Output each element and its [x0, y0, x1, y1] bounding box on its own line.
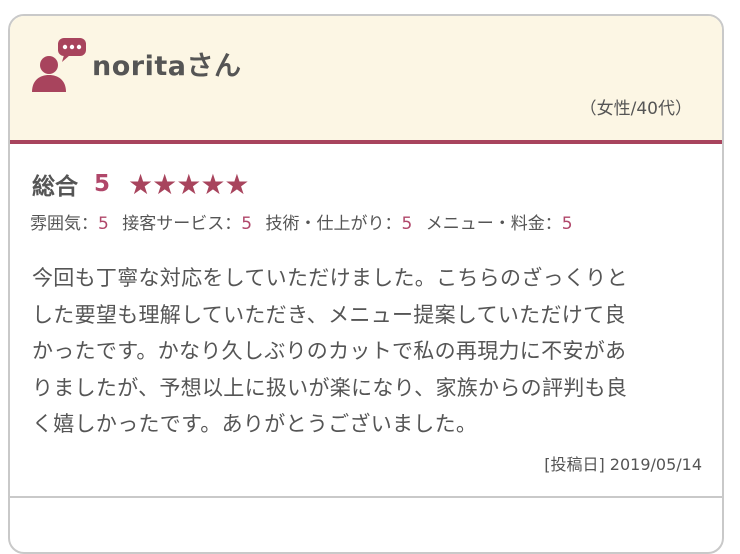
- comment-line: く嬉しかったです。ありがとうございました。: [32, 412, 478, 436]
- sub-rating-atmosphere: 雰囲気：5: [30, 214, 109, 234]
- sub-rating-value: 5: [98, 214, 109, 234]
- overall-label: 総合: [32, 174, 78, 200]
- sub-rating-label: 接客サービス：: [122, 214, 242, 234]
- sub-rating-value: 5: [241, 214, 253, 234]
- star-rating-icon: ★★★★★: [128, 167, 250, 201]
- sub-rating-label: メニュー・料金：: [425, 214, 562, 234]
- reviewer-name: noritaさん: [92, 51, 242, 82]
- comment-line: りましたが、予想以上に扱いが楽になり、家族からの評判も良: [32, 375, 628, 400]
- reviewer-info: （女性/40代）: [579, 99, 692, 119]
- review-header: noritaさん （女性/40代）: [10, 16, 722, 144]
- comment-line: かったです。かなり久しぶりのカットで私の再現力に不安があ: [32, 339, 627, 363]
- sub-rating-label: 技術・仕上がり：: [265, 214, 402, 234]
- sub-rating-price: メニュー・料金：5: [426, 214, 573, 234]
- sub-ratings: 雰囲気：5 接客サービス：5 技術・仕上がり：5 メニュー・料金：5: [30, 209, 581, 234]
- sub-rating-service: 接客サービス：5: [122, 214, 252, 234]
- overall-score: 5: [94, 171, 111, 197]
- review-card: noritaさん （女性/40代） 総合 5 ★★★★★ 雰囲気：5 接客サービ…: [8, 14, 724, 554]
- sub-rating-label: 雰囲気：: [30, 214, 98, 234]
- divider: [10, 496, 722, 498]
- user-comment-icon: [30, 36, 88, 92]
- review-comment: 今回も丁寧な対応をしていただけました。こちらのざっくりと した要望も理解していた…: [32, 260, 712, 443]
- sub-rating-technique: 技術・仕上がり：5: [265, 214, 412, 234]
- posted-date: [投稿日] 2019/05/14: [544, 455, 702, 474]
- sub-rating-value: 5: [561, 214, 573, 234]
- sub-rating-value: 5: [401, 214, 413, 234]
- comment-line: 今回も丁寧な対応をしていただけました。こちらのざっくりと: [32, 266, 628, 290]
- overall-rating: 総合 5 ★★★★★: [32, 166, 250, 202]
- comment-line: した要望も理解していただき、メニュー提案していただけて良: [32, 302, 626, 327]
